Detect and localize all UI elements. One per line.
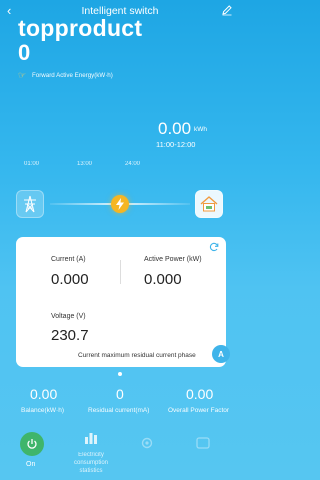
period-energy-unit: kWh xyxy=(194,126,207,133)
brand-title: topproduct xyxy=(18,15,143,41)
page-indicator-dot xyxy=(118,372,122,376)
power-factor-label: Overall Power Factor xyxy=(168,407,230,414)
readings-card: Current (A) 0.000 Active Power (kW) 0.00… xyxy=(16,237,230,367)
period-time-range: 11:00-12:00 xyxy=(156,140,196,149)
voltage-label: Voltage (V) xyxy=(51,313,86,320)
chart-tick-label: 01:00 xyxy=(24,161,40,167)
card-divider xyxy=(120,260,121,284)
more-icon[interactable] xyxy=(196,436,210,450)
power-toggle-button[interactable] xyxy=(20,432,44,456)
balance-value: 0.00 xyxy=(30,386,58,402)
voltage-value: 230.7 xyxy=(51,327,89,344)
bar-chart-icon[interactable] xyxy=(84,430,98,444)
chart-tick-label: 13:00 xyxy=(77,161,93,167)
home-icon xyxy=(200,196,218,212)
current-value: 0.000 xyxy=(51,271,89,288)
balance-label: Balance(kW·h) xyxy=(21,407,64,414)
grid-tower-tile xyxy=(16,190,44,218)
period-energy-value: 0.00 xyxy=(158,119,192,138)
forward-energy-label: Forward Active Energy(kW·h) xyxy=(32,71,113,79)
chart-tick-label: 24:00 xyxy=(125,161,141,167)
electricity-stats-tab-label[interactable]: Electricity consumption statistics xyxy=(72,451,110,475)
forward-energy-value: 0 xyxy=(18,40,31,65)
hand-pointer-icon: ☞ xyxy=(18,70,27,80)
residual-current-label: Residual current(mA) xyxy=(88,407,150,414)
current-label: Current (A) xyxy=(51,256,86,263)
residual-phase-label: Current maximum residual current phase xyxy=(78,352,196,359)
settings-icon[interactable] xyxy=(140,436,154,450)
active-power-value: 0.000 xyxy=(144,271,182,288)
home-tile xyxy=(195,190,223,218)
refresh-icon[interactable] xyxy=(209,242,219,252)
active-power-label: Active Power (kW) xyxy=(144,256,202,263)
residual-current-value: 0 xyxy=(116,386,124,402)
edit-pencil-icon[interactable] xyxy=(221,4,233,16)
power-tower-icon xyxy=(24,195,36,213)
power-icon xyxy=(27,439,37,449)
lightning-bolt-icon xyxy=(111,195,129,213)
power-state-label: On xyxy=(26,461,36,468)
power-factor-value: 0.00 xyxy=(186,386,214,402)
phase-badge: A xyxy=(212,345,230,363)
forward-energy-row[interactable]: ☞ Forward Active Energy(kW·h) xyxy=(18,70,113,80)
